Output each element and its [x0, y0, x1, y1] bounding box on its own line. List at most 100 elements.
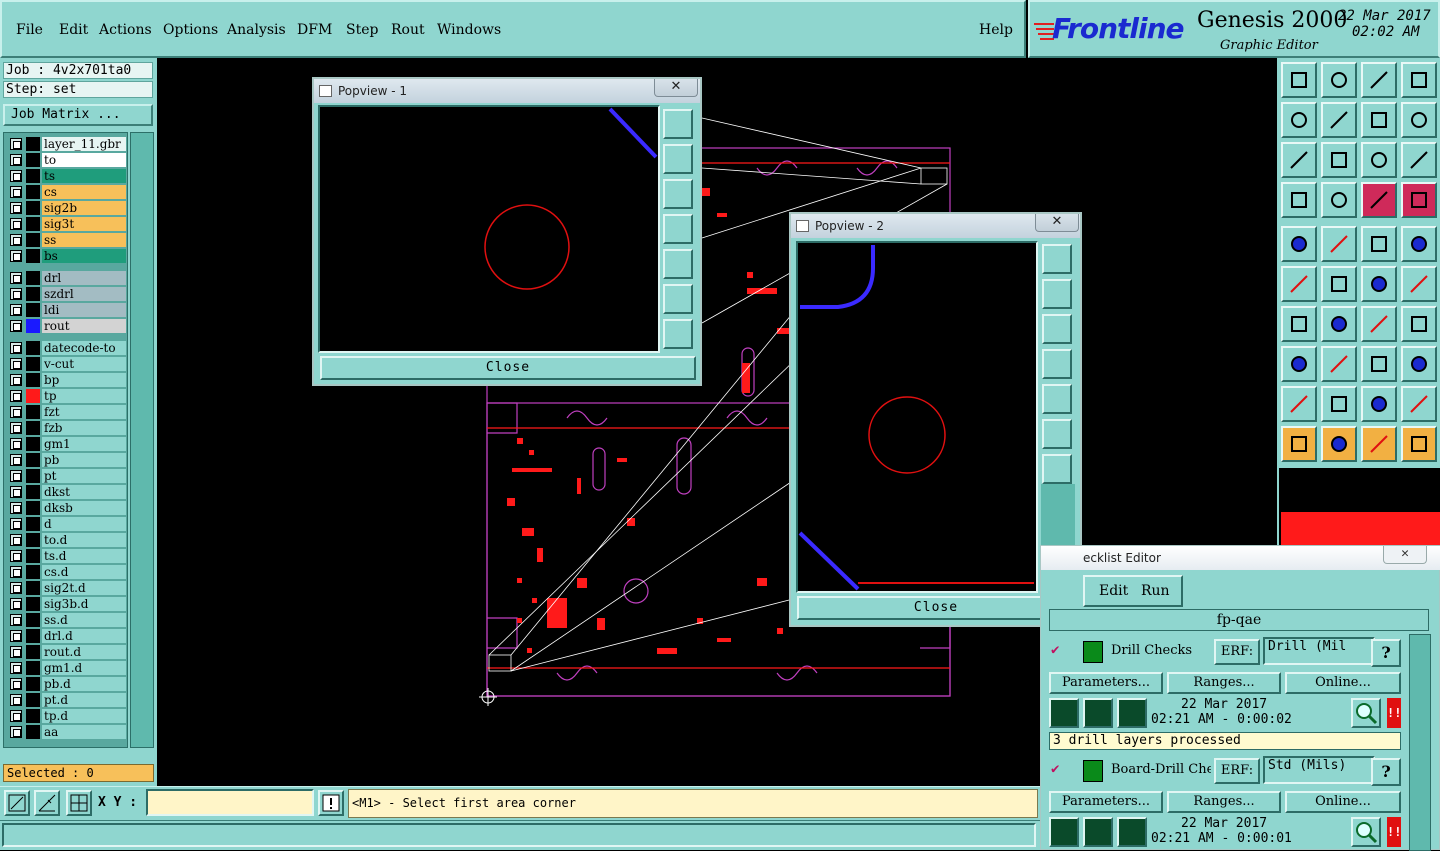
- check-2-run-all-icon[interactable]: [1083, 817, 1113, 847]
- layer-row[interactable]: gm1: [6, 437, 126, 451]
- zoom-1to1-icon[interactable]: [1361, 142, 1397, 178]
- layer-name[interactable]: aa: [42, 725, 126, 739]
- layer-checkbox[interactable]: [10, 422, 22, 434]
- layer-name[interactable]: sig3t: [42, 217, 126, 231]
- layer-checkbox[interactable]: [10, 186, 22, 198]
- layer-name[interactable]: ts: [42, 169, 126, 183]
- layer-name[interactable]: sig2t.d: [42, 581, 126, 595]
- layer-checkbox[interactable]: [10, 662, 22, 674]
- checklist-close-x[interactable]: ✕: [1383, 546, 1427, 564]
- popview-2-zoom-out-button[interactable]: [1042, 454, 1072, 484]
- home-icon[interactable]: [1361, 62, 1397, 98]
- window-icon[interactable]: [1401, 62, 1437, 98]
- copy-icon[interactable]: [1401, 346, 1437, 382]
- check-1-run-icon[interactable]: [1049, 698, 1079, 728]
- layer-row[interactable]: pb.d: [6, 677, 126, 691]
- layer-color-swatch[interactable]: [26, 217, 40, 231]
- layer-row[interactable]: ss: [6, 233, 126, 247]
- pin-icon[interactable]: [1321, 182, 1357, 218]
- menu-rout[interactable]: Rout: [391, 22, 425, 38]
- layer-name[interactable]: tp: [42, 389, 126, 403]
- layer-row[interactable]: sig3b.d: [6, 597, 126, 611]
- layer-color-swatch[interactable]: [26, 517, 40, 531]
- check-2-parameters-button[interactable]: Parameters...: [1049, 791, 1163, 813]
- layer-row[interactable]: dksb: [6, 501, 126, 515]
- layer-color-swatch[interactable]: [26, 597, 40, 611]
- layer-checkbox[interactable]: [10, 534, 22, 546]
- menu-step[interactable]: Step: [346, 22, 378, 38]
- check-1-help-button[interactable]: ?: [1371, 639, 1401, 667]
- layer-checkbox[interactable]: [10, 550, 22, 562]
- measure-button[interactable]: [34, 790, 60, 816]
- popview-2-pan-up-button[interactable]: [1042, 279, 1072, 309]
- popview-2-pan-right-button[interactable]: [1042, 384, 1072, 414]
- arc-icon[interactable]: [1361, 306, 1397, 342]
- grid-button[interactable]: [66, 790, 92, 816]
- delete-icon[interactable]: [1321, 266, 1357, 302]
- menu-dfm[interactable]: DFM: [297, 22, 332, 38]
- layer-color-swatch[interactable]: [26, 661, 40, 675]
- layer-checkbox[interactable]: [10, 320, 22, 332]
- add-line-icon[interactable]: [1321, 226, 1357, 262]
- job-matrix-button[interactable]: Job Matrix ...: [3, 104, 153, 126]
- check-2-erf-field[interactable]: Std (Mils): [1263, 756, 1375, 784]
- layer-checkbox[interactable]: [10, 390, 22, 402]
- pointer-icon[interactable]: [1281, 426, 1317, 462]
- layer-checkbox[interactable]: [10, 678, 22, 690]
- layer-name[interactable]: ldi: [42, 303, 126, 317]
- layer-color-swatch[interactable]: [26, 677, 40, 691]
- layer-color-swatch[interactable]: [26, 153, 40, 167]
- layer-row[interactable]: ts.d: [6, 549, 126, 563]
- layer-color-swatch[interactable]: [26, 303, 40, 317]
- layer-checkbox[interactable]: [10, 202, 22, 214]
- layer-color-swatch[interactable]: [26, 437, 40, 451]
- menu-help[interactable]: Help: [979, 22, 1013, 38]
- layer-color-swatch[interactable]: [26, 137, 40, 151]
- layer-color-swatch[interactable]: [26, 613, 40, 627]
- layer-name[interactable]: fzt: [42, 405, 126, 419]
- layer-name[interactable]: bs: [42, 249, 126, 263]
- zoom-in-icon[interactable]: [1321, 142, 1357, 178]
- add-surface-icon[interactable]: [1401, 226, 1437, 262]
- popview-2-pan-left-button[interactable]: [1042, 349, 1072, 379]
- alert-button[interactable]: [318, 790, 344, 816]
- layer-row[interactable]: sig2b: [6, 201, 126, 215]
- layer-color-swatch[interactable]: [26, 725, 40, 739]
- move-icon[interactable]: [1361, 266, 1397, 302]
- pointer-edit-icon[interactable]: [1361, 426, 1397, 462]
- layer-checkbox[interactable]: [10, 304, 22, 316]
- layer-name[interactable]: d: [42, 517, 126, 531]
- netlist-compare-icon[interactable]: [1401, 182, 1437, 218]
- shape-b-icon[interactable]: [1321, 386, 1357, 422]
- layer-row[interactable]: dkst: [6, 485, 126, 499]
- layer-name[interactable]: dkst: [42, 485, 126, 499]
- layer-row[interactable]: v-cut: [6, 357, 126, 371]
- shape-d-icon[interactable]: [1401, 386, 1437, 422]
- layer-list-scrollbar[interactable]: [130, 132, 154, 748]
- layer-color-swatch[interactable]: [26, 549, 40, 563]
- popview-2-zoom-home-button[interactable]: [1042, 244, 1072, 274]
- layer-checkbox[interactable]: [10, 138, 22, 150]
- layer-color-swatch[interactable]: [26, 185, 40, 199]
- popview-2-view[interactable]: [796, 241, 1038, 593]
- layer-color-swatch[interactable]: [26, 287, 40, 301]
- route-icon[interactable]: [1401, 426, 1437, 462]
- checklist-scrollbar[interactable]: [1409, 634, 1431, 851]
- layer-name[interactable]: pb: [42, 453, 126, 467]
- layer-name[interactable]: szdrl: [42, 287, 126, 301]
- menu-edit[interactable]: Edit: [59, 22, 88, 38]
- layer-color-swatch[interactable]: [26, 421, 40, 435]
- layer-name[interactable]: datecode-to: [42, 341, 126, 355]
- layer-name[interactable]: rout.d: [42, 645, 126, 659]
- layer-row[interactable]: fzt: [6, 405, 126, 419]
- layer-checkbox[interactable]: [10, 518, 22, 530]
- layer-color-swatch[interactable]: [26, 319, 40, 333]
- layer-color-swatch[interactable]: [26, 357, 40, 371]
- layer-row[interactable]: gm1.d: [6, 661, 126, 675]
- shape-a-icon[interactable]: [1281, 386, 1317, 422]
- add-pad-icon[interactable]: [1281, 226, 1317, 262]
- layer-checkbox[interactable]: [10, 358, 22, 370]
- layer-color-swatch[interactable]: [26, 693, 40, 707]
- layer-color-swatch[interactable]: [26, 233, 40, 247]
- pointer-select-icon[interactable]: [1321, 426, 1357, 462]
